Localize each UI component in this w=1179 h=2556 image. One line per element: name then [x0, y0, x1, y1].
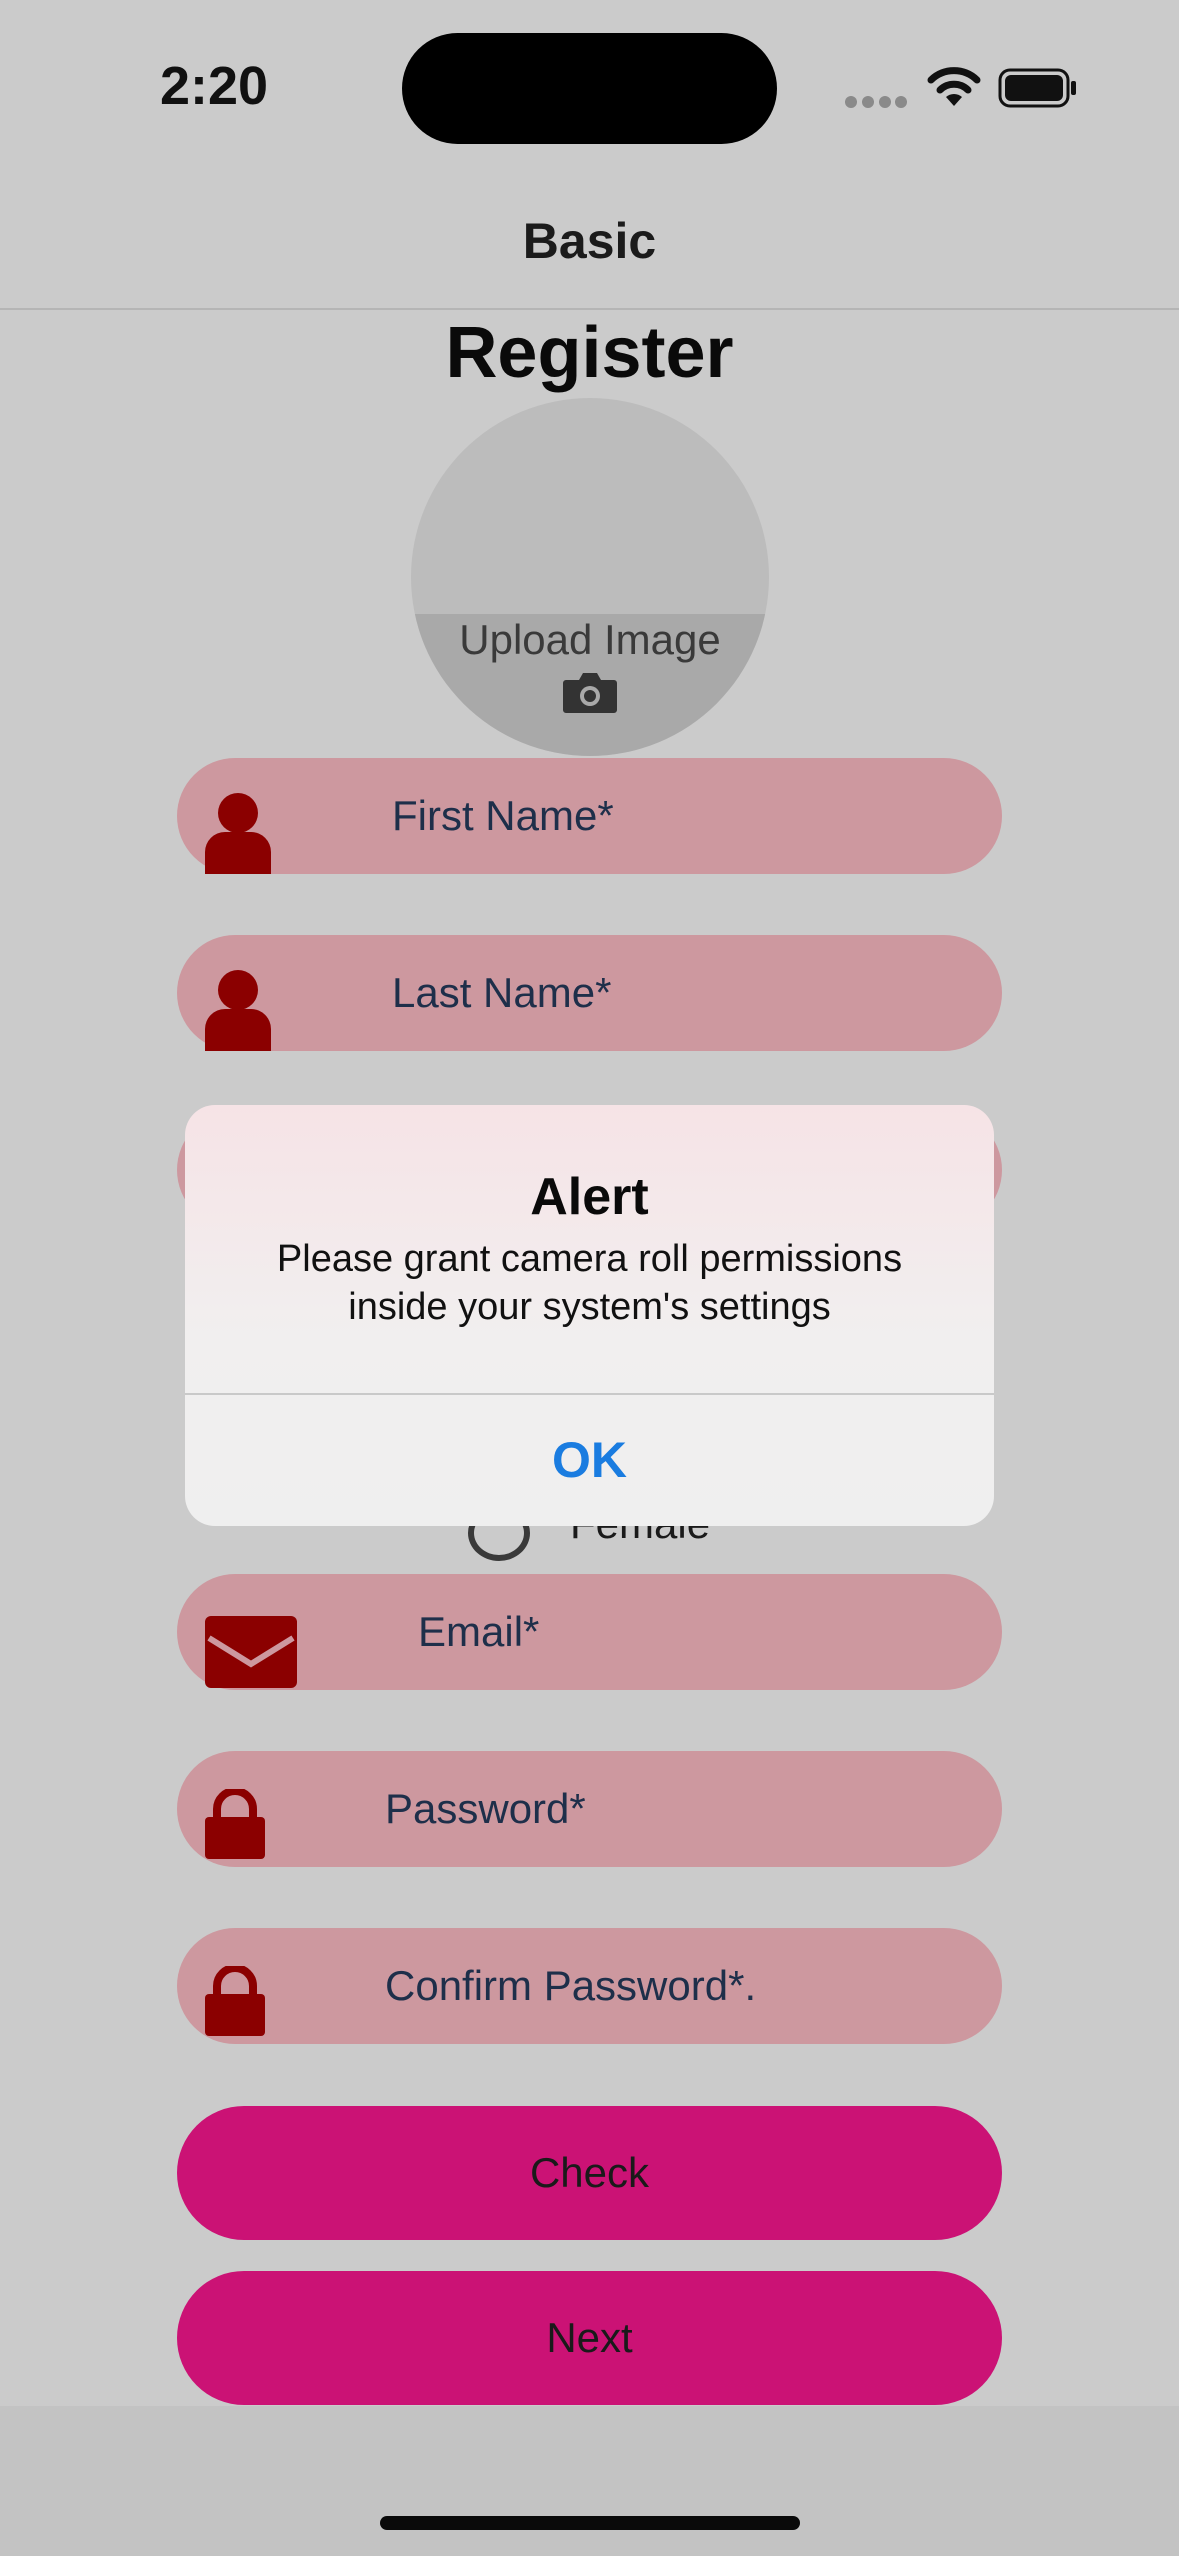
person-icon	[205, 793, 271, 874]
lock-icon	[205, 1966, 265, 2036]
dynamic-island	[402, 33, 777, 144]
envelope-icon	[205, 1616, 297, 1688]
home-indicator[interactable]	[380, 2516, 800, 2530]
first-name-field[interactable]: First Name*	[177, 758, 1002, 874]
cellular-signal-icon	[845, 96, 907, 108]
check-button-label: Check	[529, 2149, 650, 2196]
next-button-label: Next	[546, 2314, 633, 2361]
camera-icon	[563, 673, 617, 713]
alert-title: Alert	[530, 1168, 649, 1226]
nav-divider	[0, 308, 1179, 310]
status-time: 2:20	[160, 56, 269, 116]
password-placeholder: Password*	[385, 1785, 586, 1832]
first-name-placeholder: First Name*	[392, 792, 614, 839]
nav-title: Basic	[522, 213, 657, 269]
check-button[interactable]: Check	[177, 2106, 1002, 2240]
wifi-icon	[927, 67, 981, 106]
last-name-field[interactable]: Last Name*	[177, 935, 1002, 1051]
bottom-safe-area	[0, 2406, 1179, 2556]
email-placeholder: Email*	[418, 1608, 540, 1655]
email-field[interactable]: Email*	[177, 1574, 1002, 1690]
person-icon	[205, 970, 271, 1051]
lock-icon	[205, 1789, 265, 1859]
next-button[interactable]: Next	[177, 2271, 1002, 2405]
upload-image-button[interactable]: Upload Image	[411, 398, 769, 756]
password-field[interactable]: Password*	[177, 1751, 1002, 1867]
alert-ok-button[interactable]: OK	[185, 1395, 994, 1526]
page-title: Register	[445, 313, 734, 393]
last-name-placeholder: Last Name*	[392, 969, 612, 1016]
upload-image-label: Upload Image	[459, 616, 721, 663]
battery-icon	[998, 68, 1076, 108]
confirm-password-field[interactable]: Confirm Password*.	[177, 1928, 1002, 2044]
alert-message: Please grant camera roll permissions ins…	[276, 1238, 903, 1328]
alert-dialog: Alert Please grant camera roll permissio…	[185, 1105, 994, 1526]
confirm-password-placeholder: Confirm Password*.	[385, 1962, 757, 2009]
